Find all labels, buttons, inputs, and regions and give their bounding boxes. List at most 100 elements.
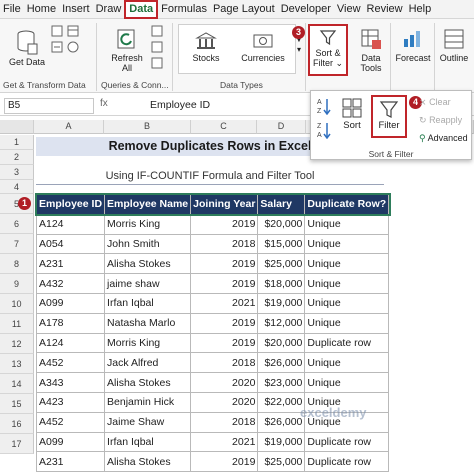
- cell-salary[interactable]: $25,000: [257, 253, 306, 275]
- cell-id[interactable]: A099: [35, 431, 106, 453]
- cell-id[interactable]: A423: [35, 391, 106, 413]
- cell-salary[interactable]: $20,000: [257, 332, 306, 354]
- col-header-d[interactable]: D: [257, 120, 306, 134]
- cell-id[interactable]: A178: [35, 312, 106, 334]
- tab-home[interactable]: Home: [24, 0, 59, 19]
- currencies-button[interactable]: Currencies: [238, 31, 288, 63]
- cell-duplicate[interactable]: Duplicate row: [304, 451, 390, 472]
- cell-year[interactable]: 2018: [190, 411, 259, 433]
- queries-icon[interactable]: [150, 25, 164, 39]
- cell-id[interactable]: A452: [35, 411, 106, 433]
- cell-year[interactable]: 2020: [190, 391, 259, 413]
- row-header[interactable]: 15: [0, 394, 34, 414]
- row-header[interactable]: 14: [0, 374, 34, 394]
- col-header-b[interactable]: B: [104, 120, 191, 134]
- outline-button[interactable]: Outline: [436, 27, 472, 63]
- cell-id[interactable]: A054: [35, 233, 106, 255]
- cell-name[interactable]: jaime shaw: [104, 273, 192, 294]
- reapply-button[interactable]: ↻ Reapply: [419, 115, 462, 126]
- from-web-icon[interactable]: [50, 41, 64, 55]
- header-employee-id[interactable]: Employee ID: [35, 194, 106, 215]
- col-header-c[interactable]: C: [191, 120, 257, 134]
- row-header[interactable]: 13: [0, 354, 34, 374]
- name-box[interactable]: B5: [4, 98, 94, 114]
- cell-year[interactable]: 2018: [190, 233, 259, 255]
- select-all-corner[interactable]: [0, 120, 34, 134]
- cell-year[interactable]: 2019: [190, 273, 259, 294]
- row-header[interactable]: 2: [0, 150, 34, 165]
- cell-name[interactable]: Jack Alfred: [104, 352, 192, 374]
- filter-button[interactable]: Filter: [371, 95, 407, 138]
- cell-duplicate[interactable]: Unique: [304, 372, 390, 393]
- cell-salary[interactable]: $19,000: [257, 431, 306, 453]
- row-header[interactable]: 6: [0, 214, 34, 234]
- cell-duplicate[interactable]: Unique: [304, 292, 390, 314]
- cell-year[interactable]: 2019: [190, 451, 259, 472]
- sort-desc-icon[interactable]: ZA: [317, 121, 331, 142]
- sort-button[interactable]: Sort: [339, 97, 365, 131]
- cell-year[interactable]: 2019: [190, 213, 259, 235]
- cell-year[interactable]: 2021: [190, 431, 259, 453]
- row-header[interactable]: 7: [0, 234, 34, 254]
- tab-view[interactable]: View: [334, 0, 364, 19]
- header-duplicate-row[interactable]: Duplicate Row?: [304, 194, 390, 215]
- cell-id[interactable]: A099: [35, 292, 106, 314]
- cell-name[interactable]: Alisha Stokes: [104, 253, 192, 275]
- cell-duplicate[interactable]: Unique: [304, 253, 390, 275]
- properties-icon[interactable]: [150, 41, 164, 55]
- fx-label[interactable]: fx: [100, 98, 108, 109]
- sort-filter-button[interactable]: Sort & Filter ⌄: [308, 24, 348, 76]
- header-joining-year[interactable]: Joining Year: [190, 194, 259, 215]
- cell-id[interactable]: A343: [35, 372, 106, 393]
- cell-salary[interactable]: $22,000: [257, 391, 306, 413]
- tab-file[interactable]: File: [0, 0, 24, 19]
- row-header[interactable]: 16: [0, 414, 34, 434]
- advanced-button[interactable]: ⚲ Advanced: [419, 133, 468, 144]
- recent-sources-icon[interactable]: [66, 41, 80, 55]
- tab-insert[interactable]: Insert: [59, 0, 93, 19]
- cell-name[interactable]: Irfan Iqbal: [104, 431, 192, 453]
- cell-id[interactable]: A231: [35, 253, 106, 275]
- cell-salary[interactable]: $12,000: [257, 312, 306, 334]
- cell-id[interactable]: A432: [35, 273, 106, 294]
- from-text-icon[interactable]: [50, 25, 64, 39]
- row-header[interactable]: 1: [0, 135, 34, 150]
- cell-salary[interactable]: $26,000: [257, 411, 306, 433]
- cell-id[interactable]: A452: [35, 352, 106, 374]
- cell-id[interactable]: A124: [35, 332, 106, 354]
- formula-input[interactable]: Employee ID: [150, 98, 210, 113]
- cell-salary[interactable]: $18,000: [257, 273, 306, 294]
- cell-id[interactable]: A231: [35, 451, 106, 472]
- cell-year[interactable]: 2019: [190, 253, 259, 275]
- from-table-icon[interactable]: [66, 25, 80, 39]
- tab-help[interactable]: Help: [406, 0, 435, 19]
- header-employee-name[interactable]: Employee Name: [104, 194, 192, 215]
- forecast-button[interactable]: Forecast: [395, 27, 431, 63]
- row-header[interactable]: 11: [0, 314, 34, 334]
- row-header[interactable]: 10: [0, 294, 34, 314]
- cell-year[interactable]: 2018: [190, 352, 259, 374]
- stocks-button[interactable]: Stocks: [186, 31, 226, 63]
- col-header-a[interactable]: A: [34, 120, 104, 134]
- cell-name[interactable]: Irfan Iqbal: [104, 292, 192, 314]
- get-data-button[interactable]: Get Data: [8, 29, 46, 67]
- cell-name[interactable]: Alisha Stokes: [104, 451, 192, 472]
- row-header[interactable]: 4: [0, 180, 34, 194]
- cell-salary[interactable]: $23,000: [257, 372, 306, 393]
- cell-id[interactable]: A124: [35, 213, 106, 235]
- cell-year[interactable]: 2021: [190, 292, 259, 314]
- cell-salary[interactable]: $26,000: [257, 352, 306, 374]
- sort-asc-icon[interactable]: AZ: [317, 97, 331, 118]
- cell-year[interactable]: 2019: [190, 332, 259, 354]
- cell-name[interactable]: Natasha Marlo: [104, 312, 192, 334]
- cell-name[interactable]: Benjamin Hick: [104, 391, 192, 413]
- cell-duplicate[interactable]: Unique: [304, 273, 390, 294]
- cell-duplicate[interactable]: Duplicate row: [304, 332, 390, 354]
- row-header[interactable]: 12: [0, 334, 34, 354]
- tab-page-layout[interactable]: Page Layout: [210, 0, 278, 19]
- row-header[interactable]: 3: [0, 165, 34, 180]
- row-header[interactable]: 8: [0, 254, 34, 274]
- cell-salary[interactable]: $25,000: [257, 451, 306, 472]
- cell-name[interactable]: Alisha Stokes: [104, 372, 192, 393]
- cell-name[interactable]: John Smith: [104, 233, 192, 255]
